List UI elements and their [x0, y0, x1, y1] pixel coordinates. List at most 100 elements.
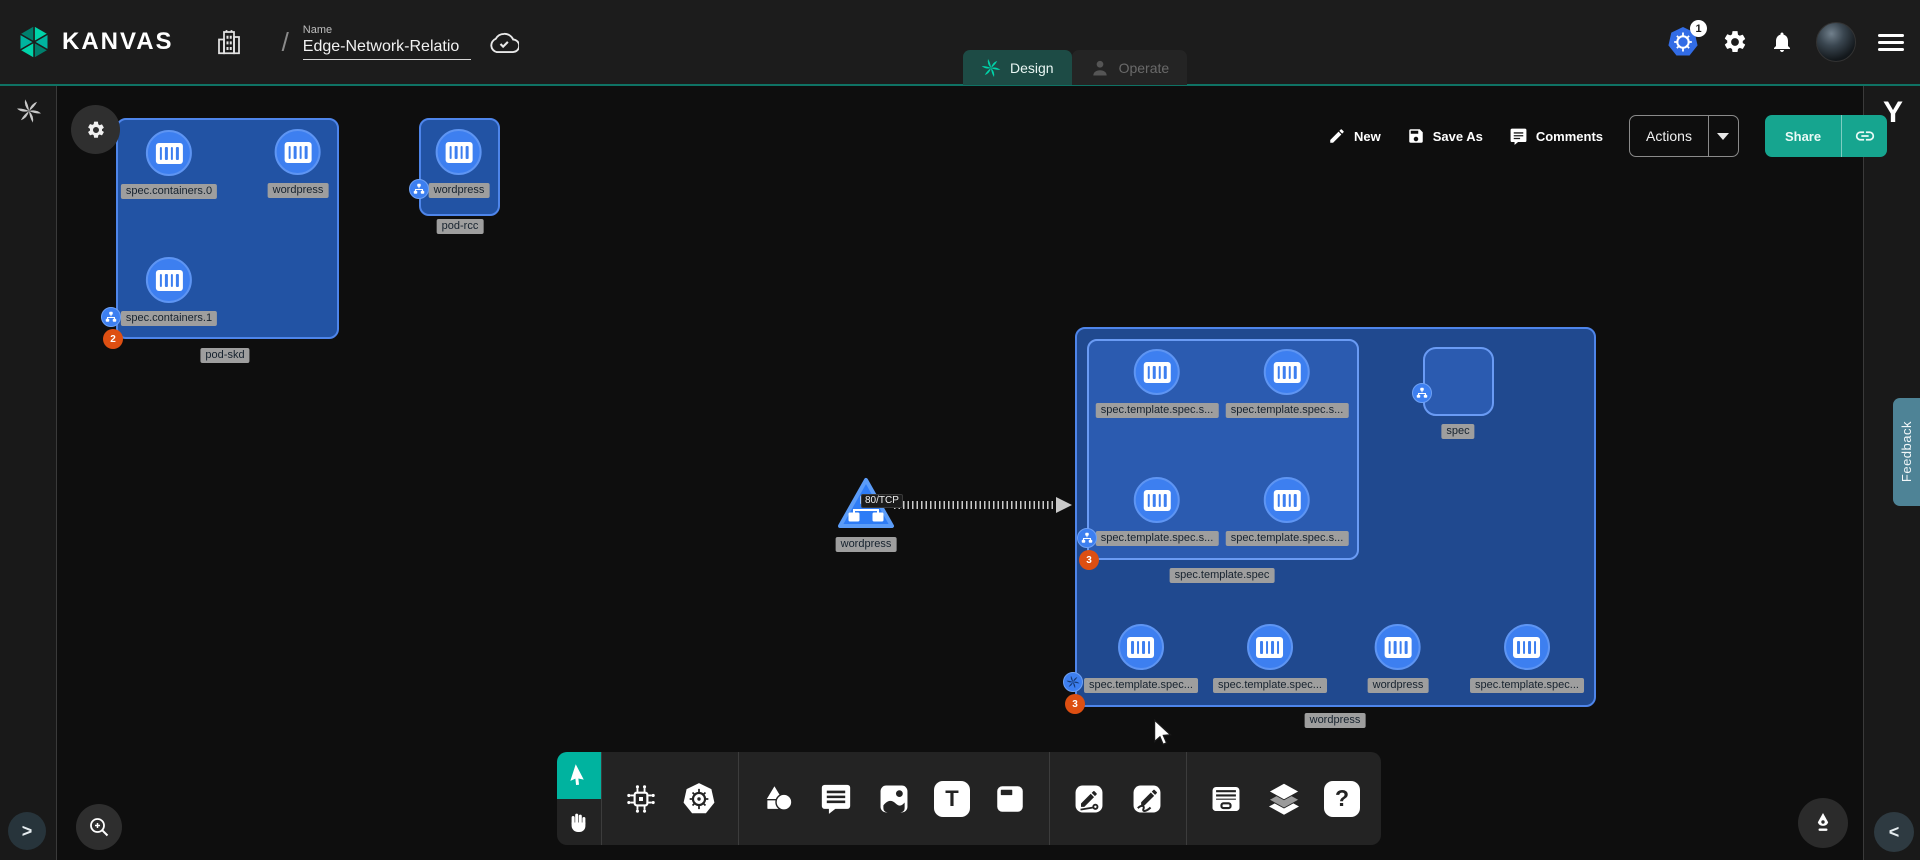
image-tool-button[interactable]: [875, 780, 913, 818]
node-label: wordpress: [429, 183, 490, 198]
kubernetes-context-button[interactable]: 1: [1666, 25, 1700, 59]
cursor-arrow-icon: [568, 764, 590, 786]
layers-tool-button[interactable]: [1265, 780, 1303, 818]
text-tool-button[interactable]: T: [933, 780, 971, 818]
copy-link-button[interactable]: [1841, 115, 1887, 157]
error-count: 2: [110, 334, 116, 345]
share-button-label: Share: [1765, 129, 1841, 144]
spiral-icon: [1066, 675, 1080, 689]
component-tools-group: [602, 752, 738, 845]
collapse-right-panel-button[interactable]: <: [1874, 812, 1914, 852]
expand-left-panel-button[interactable]: >: [8, 812, 46, 850]
zoom-search-button[interactable]: [76, 804, 122, 850]
select-tool-button[interactable]: [557, 752, 601, 799]
container-node[interactable]: spec.template.spec.s...: [1226, 477, 1349, 546]
container-node[interactable]: spec.containers.1: [121, 257, 217, 326]
organization-icon[interactable]: [214, 26, 244, 58]
shapes-icon: [761, 782, 795, 816]
drawing-tools-group: [1050, 752, 1186, 845]
scheduler-gear-node[interactable]: [71, 105, 120, 154]
comment-tool-button[interactable]: [817, 780, 855, 818]
container-node[interactable]: wordpress: [268, 129, 329, 198]
design-spiral-icon: [981, 58, 1001, 78]
pen-annotate-button[interactable]: [1798, 798, 1848, 848]
error-count: 3: [1072, 699, 1078, 710]
container-node[interactable]: spec.template.spec.s...: [1226, 349, 1349, 418]
edge-dashed-line[interactable]: [894, 501, 1058, 509]
container-icon: [1118, 624, 1164, 670]
pencil-scribble-icon: [1130, 782, 1164, 816]
error-count-badge[interactable]: 3: [1079, 550, 1099, 570]
notifications-bell-icon[interactable]: [1770, 29, 1794, 55]
user-avatar[interactable]: [1816, 22, 1856, 62]
comment-icon: [1509, 127, 1528, 146]
share-button[interactable]: Share: [1765, 115, 1887, 157]
help-tool-button[interactable]: ?: [1323, 780, 1361, 818]
text-glyph: T: [934, 781, 970, 817]
hierarchy-badge[interactable]: [101, 307, 121, 327]
save-floppy-icon: [1407, 127, 1425, 145]
tab-operate[interactable]: Operate: [1072, 50, 1188, 85]
zoom-in-magnifier-icon: [87, 815, 111, 839]
menu-hamburger-icon[interactable]: [1878, 34, 1904, 51]
line-draw-tool-button[interactable]: [1070, 780, 1108, 818]
save-as-button[interactable]: Save As: [1407, 127, 1483, 145]
settings-gear-icon[interactable]: [1722, 29, 1748, 55]
actions-dropdown-caret[interactable]: [1708, 115, 1738, 157]
pan-tool-button[interactable]: [557, 799, 601, 846]
breadcrumb-separator: /: [282, 27, 289, 58]
error-count-badge[interactable]: 3: [1065, 694, 1085, 714]
container-node[interactable]: spec.template.spec...: [1084, 624, 1198, 693]
design-name-input[interactable]: [303, 37, 471, 60]
brand[interactable]: KANVAS: [16, 24, 174, 60]
container-icon: [1375, 624, 1421, 670]
error-count-badge[interactable]: 2: [103, 329, 123, 349]
group-label: spec.template.spec: [1170, 568, 1275, 583]
shapes-tool-button[interactable]: [759, 780, 797, 818]
kanvas-logo-icon: [16, 24, 52, 60]
new-button-label: New: [1354, 129, 1381, 144]
container-node[interactable]: spec.template.spec...: [1470, 624, 1584, 693]
container-icon: [1247, 624, 1293, 670]
pencil-line-icon: [1072, 782, 1106, 816]
header-right-cluster: 1: [1666, 22, 1904, 62]
new-button[interactable]: New: [1328, 127, 1381, 145]
container-node[interactable]: wordpress: [1368, 624, 1429, 693]
feedback-label: Feedback: [1899, 421, 1914, 482]
hand-icon: [567, 810, 591, 834]
tab-design[interactable]: Design: [963, 50, 1072, 85]
brand-name: KANVAS: [62, 28, 174, 56]
group-spec[interactable]: [1423, 347, 1494, 416]
node-label: spec.template.spec.s...: [1226, 531, 1349, 546]
deployment-badge[interactable]: [1063, 672, 1083, 692]
container-icon: [1264, 477, 1310, 523]
node-label: spec.template.spec...: [1470, 678, 1584, 693]
operate-person-icon: [1090, 58, 1110, 78]
feedback-tab[interactable]: Feedback: [1893, 398, 1920, 506]
comments-button[interactable]: Comments: [1509, 127, 1603, 146]
pencil-icon: [1328, 127, 1346, 145]
hierarchy-badge[interactable]: [1077, 528, 1097, 548]
annotation-tools-group: T: [739, 752, 1049, 845]
tabs-accent-underline: [0, 84, 1920, 86]
note-tool-button[interactable]: [991, 780, 1029, 818]
freehand-draw-tool-button[interactable]: [1128, 780, 1166, 818]
hierarchy-badge[interactable]: [409, 179, 429, 199]
comment-bubble-icon: [819, 782, 853, 816]
container-node[interactable]: wordpress: [429, 129, 490, 198]
components-tool-button[interactable]: [622, 780, 660, 818]
container-node[interactable]: spec.template.spec...: [1213, 624, 1327, 693]
container-icon: [1134, 477, 1180, 523]
actions-dropdown-button[interactable]: Actions: [1629, 115, 1739, 157]
drawer-tool-button[interactable]: [1207, 780, 1245, 818]
group-label: wordpress: [1305, 713, 1366, 728]
container-icon: [1504, 624, 1550, 670]
container-node[interactable]: spec.containers.0: [121, 130, 217, 199]
node-label: spec.template.spec.s...: [1226, 403, 1349, 418]
node-label: spec.template.spec.s...: [1096, 403, 1219, 418]
hierarchy-badge[interactable]: [1412, 383, 1432, 403]
history-spiral-icon[interactable]: [16, 98, 42, 124]
container-node[interactable]: spec.template.spec.s...: [1096, 477, 1219, 546]
kubernetes-tool-button[interactable]: [680, 780, 718, 818]
container-node[interactable]: spec.template.spec.s...: [1096, 349, 1219, 418]
